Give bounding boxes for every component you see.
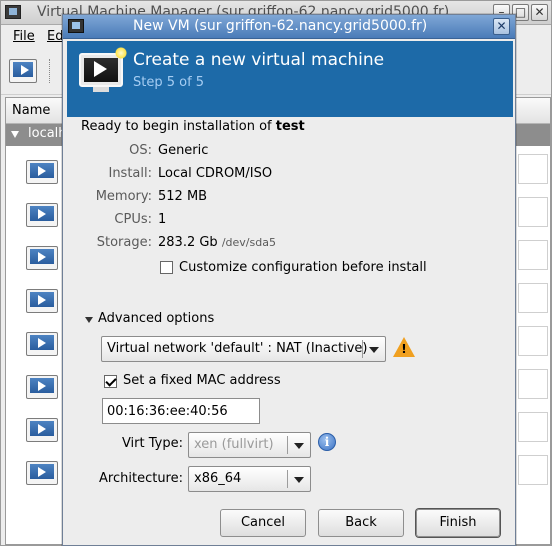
monitor-icon bbox=[26, 246, 58, 270]
vm-row-graph bbox=[518, 154, 548, 184]
monitor-icon bbox=[26, 461, 58, 485]
monitor-icon bbox=[9, 59, 37, 83]
vm-row-graph bbox=[518, 197, 548, 227]
back-button[interactable]: Back bbox=[318, 509, 404, 537]
monitor-icon bbox=[26, 289, 58, 313]
warning-icon: ! bbox=[393, 337, 415, 357]
vm-row-icon[interactable] bbox=[26, 375, 58, 399]
vm-row-graph bbox=[518, 240, 548, 270]
column-header-name[interactable]: Name bbox=[12, 103, 50, 118]
banner-step: Step 5 of 5 bbox=[133, 75, 205, 90]
install-label: Install: bbox=[108, 166, 152, 181]
chevron-down-icon bbox=[369, 347, 379, 353]
virt-type-value: xen (fullvirt) bbox=[194, 437, 274, 452]
monitor-icon bbox=[26, 418, 58, 442]
vm-row-icon[interactable] bbox=[26, 203, 58, 227]
combo-separator bbox=[287, 436, 288, 454]
mac-address-field[interactable] bbox=[102, 398, 260, 424]
monitor-icon bbox=[26, 375, 58, 399]
vm-row-graph bbox=[518, 369, 548, 399]
vm-row-icon[interactable] bbox=[26, 332, 58, 356]
expander-arrow-icon[interactable] bbox=[85, 317, 93, 323]
ready-prefix: Ready to begin installation of bbox=[81, 119, 272, 134]
monitor-icon bbox=[26, 332, 58, 356]
architecture-label: Architecture: bbox=[99, 471, 183, 486]
fixed-mac-label[interactable]: Set a fixed MAC address bbox=[123, 373, 281, 388]
virt-type-select: xen (fullvirt) bbox=[188, 432, 311, 458]
architecture-select[interactable]: x86_64 bbox=[188, 466, 311, 492]
vm-row-icon[interactable] bbox=[26, 160, 58, 184]
dialog-titlebar[interactable]: New VM (sur griffon-62.nancy.grid5000.fr… bbox=[63, 15, 515, 39]
monitor-icon bbox=[26, 203, 58, 227]
vm-row-icon[interactable] bbox=[26, 289, 58, 313]
menu-file[interactable]: File bbox=[13, 29, 35, 44]
cpus-label: CPUs: bbox=[114, 212, 152, 227]
network-select[interactable]: Virtual network 'default' : NAT (Inactiv… bbox=[101, 336, 386, 362]
dialog-title: New VM (sur griffon-62.nancy.grid5000.fr… bbox=[133, 18, 428, 34]
new-vm-icon bbox=[79, 47, 127, 93]
menu-edit[interactable]: Ed bbox=[47, 29, 63, 44]
combo-separator bbox=[362, 340, 363, 358]
network-select-value: Virtual network 'default' : NAT (Inactiv… bbox=[107, 341, 368, 356]
vm-row-icon[interactable] bbox=[26, 246, 58, 270]
os-value: Generic bbox=[158, 143, 209, 158]
os-label: OS: bbox=[129, 143, 152, 158]
host-label: localh bbox=[28, 126, 67, 141]
install-value: Local CDROM/ISO bbox=[158, 166, 273, 181]
close-main-button[interactable]: ✕ bbox=[531, 4, 548, 21]
vm-row-icon[interactable] bbox=[26, 461, 58, 485]
monitor-icon bbox=[26, 160, 58, 184]
storage-value: 283.2 Gb /dev/sda5 bbox=[158, 235, 276, 250]
combo-separator bbox=[287, 470, 288, 488]
cancel-button[interactable]: Cancel bbox=[220, 509, 306, 537]
app-icon bbox=[5, 5, 21, 19]
vm-row-graph bbox=[518, 455, 548, 485]
vm-row-graph bbox=[518, 412, 548, 442]
chevron-down-icon bbox=[294, 477, 304, 483]
storage-path: /dev/sda5 bbox=[221, 236, 276, 249]
fixed-mac-checkbox[interactable] bbox=[104, 375, 117, 388]
virt-type-label: Virt Type: bbox=[121, 436, 183, 451]
new-vm-toolbar-button[interactable] bbox=[9, 59, 37, 83]
vm-row-icon[interactable] bbox=[26, 418, 58, 442]
info-icon[interactable]: i bbox=[318, 433, 336, 451]
customize-checkbox[interactable] bbox=[160, 261, 173, 274]
wizard-banner: Create a new virtual machine Step 5 of 5 bbox=[67, 41, 513, 117]
advanced-options-expander[interactable]: Advanced options bbox=[98, 311, 214, 326]
memory-value: 512 MB bbox=[158, 189, 208, 204]
close-dialog-button[interactable]: ✕ bbox=[493, 18, 510, 35]
toolbar-separator bbox=[49, 59, 53, 83]
finish-button[interactable]: Finish bbox=[416, 509, 500, 537]
cpus-value: 1 bbox=[158, 212, 167, 227]
architecture-value: x86_64 bbox=[194, 471, 242, 486]
storage-label: Storage: bbox=[96, 235, 152, 250]
warning-glyph: ! bbox=[401, 342, 407, 356]
vm-name: test bbox=[275, 119, 305, 134]
new-vm-dialog: New VM (sur griffon-62.nancy.grid5000.fr… bbox=[62, 14, 516, 546]
banner-title: Create a new virtual machine bbox=[133, 50, 385, 70]
memory-label: Memory: bbox=[95, 189, 152, 204]
vm-row-graph bbox=[518, 326, 548, 356]
customize-label[interactable]: Customize configuration before install bbox=[179, 260, 427, 275]
storage-size: 283.2 Gb bbox=[158, 235, 218, 250]
app-icon bbox=[68, 19, 84, 33]
vm-row-graph bbox=[518, 283, 548, 313]
chevron-down-icon bbox=[294, 443, 304, 449]
expander-arrow-icon[interactable] bbox=[11, 131, 19, 138]
ready-heading: Ready to begin installation of test bbox=[81, 119, 305, 134]
